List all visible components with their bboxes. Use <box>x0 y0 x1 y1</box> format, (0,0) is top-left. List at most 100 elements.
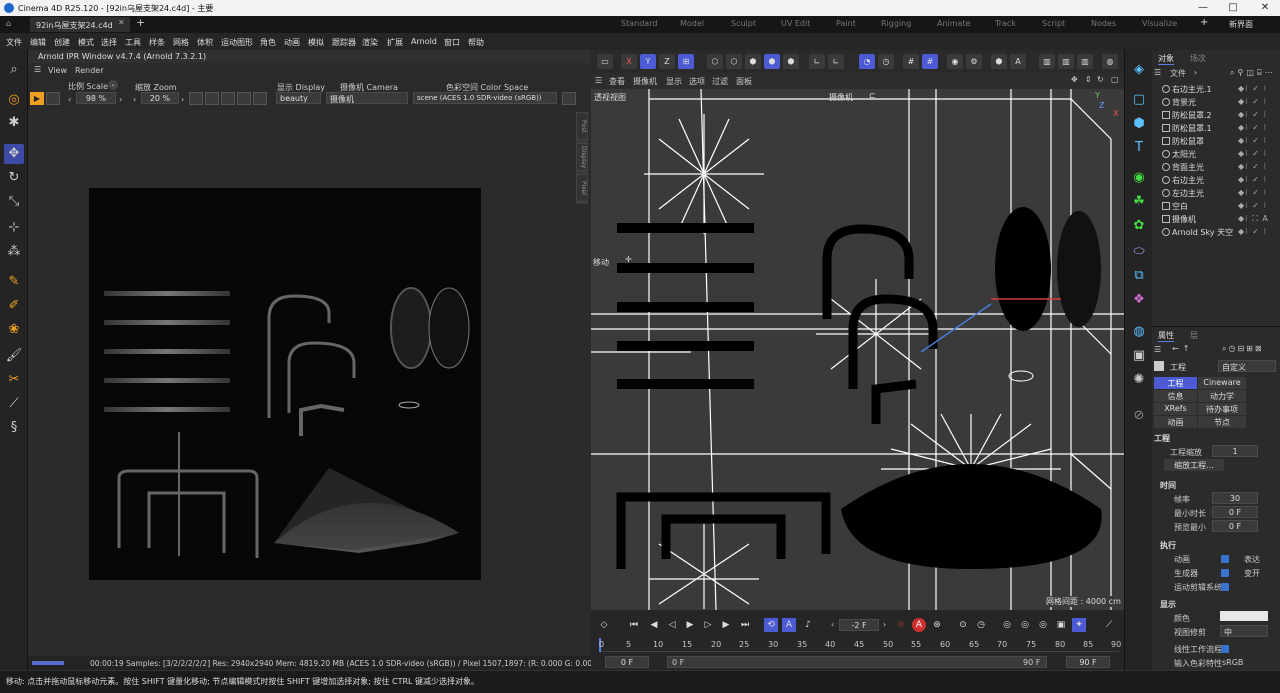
current-frame-field[interactable]: -2 F <box>839 619 879 631</box>
record-icon[interactable]: A <box>912 618 926 632</box>
attr-btn-dynamics[interactable]: 动力学 <box>1198 390 1246 402</box>
arnold-icon[interactable]: A <box>1010 54 1026 69</box>
layout-uv-edit[interactable]: UV Edit <box>781 19 810 28</box>
timeline-graph-icon[interactable]: ⟋ <box>1102 618 1116 632</box>
colorspace-select[interactable]: scene (ACES 1.0 SDR-video (sRGB)) <box>413 92 557 104</box>
lock-z-button[interactable]: Z <box>659 54 675 69</box>
ab-range-icon[interactable]: A <box>782 618 796 632</box>
snap-grid-icon[interactable]: # <box>903 54 919 69</box>
frame-inc-icon[interactable]: › <box>883 620 886 629</box>
search-icon[interactable]: ⌕ <box>4 60 24 80</box>
camera-tool-icon[interactable]: ▣ <box>1129 346 1149 366</box>
timeline-ruler[interactable]: 0 5 10 15 20 25 30 35 40 45 50 55 60 65 … <box>599 638 1121 652</box>
key-position-icon[interactable]: ◎ <box>1000 618 1014 632</box>
orbit-icon[interactable]: ↻ <box>1097 75 1104 84</box>
model-mode-icon[interactable]: ⬢ <box>764 54 780 69</box>
object-row[interactable]: 左边主光 ◆⁝ ✓ ⁝ <box>1152 187 1280 200</box>
ipr-grid-icon[interactable] <box>221 92 235 105</box>
min-time-field[interactable]: 0 F <box>1212 506 1258 518</box>
play-icon[interactable]: ▶ <box>683 618 697 632</box>
range-slider[interactable]: 0 F 90 F <box>667 656 1047 668</box>
attr-tool-icons[interactable]: ⌕◷⊟⊞⊠ <box>1222 344 1264 354</box>
texture-mode-icon[interactable]: ⬢ <box>783 54 799 69</box>
spline-smooth-icon[interactable]: ❀ <box>4 320 24 340</box>
object-row[interactable]: 防松鼠罩.1 ◆⁝ ✓ ⁝ <box>1152 122 1280 135</box>
scene-icon[interactable]: ⧉ <box>1129 266 1149 286</box>
linear-workflow-checkbox[interactable] <box>1221 645 1229 653</box>
ipr-menu-render[interactable]: Render <box>75 66 103 75</box>
vp-menu-panel[interactable]: 面板 <box>736 76 752 87</box>
maximize-icon[interactable]: □ <box>1218 1 1248 15</box>
menu-mograph[interactable]: 运动图形 <box>221 37 253 48</box>
axis-mode-icon[interactable]: ∟ <box>809 54 825 69</box>
text-icon[interactable]: T <box>1129 138 1149 158</box>
prev-key-icon[interactable]: ◀ <box>647 618 661 632</box>
vp-menu-options[interactable]: 选项 <box>689 76 705 87</box>
key-pla-icon[interactable]: ✦ <box>1072 618 1086 632</box>
object-row[interactable]: 空白 ◆⁝ ✓ ⁝ <box>1152 200 1280 213</box>
object-filter-icons[interactable]: ⌕⚲◫⌸⋯ <box>1230 68 1276 78</box>
ipr-stack-icon[interactable] <box>253 92 267 105</box>
layout-nodes[interactable]: Nodes <box>1091 19 1116 28</box>
axis-tool-icon[interactable]: ⊹ <box>4 218 24 238</box>
menu-create[interactable]: 创建 <box>54 37 70 48</box>
object-menu-file[interactable]: 文件 <box>1170 68 1186 79</box>
ipr-render-image[interactable] <box>89 188 481 580</box>
viewport-camera-icon[interactable]: ⊏ <box>869 91 876 100</box>
vp-menu-display[interactable]: 显示 <box>666 76 682 87</box>
object-hamburger-icon[interactable]: ☰ <box>1154 68 1161 77</box>
mograph-cloner-icon[interactable]: ☘ <box>1129 192 1149 212</box>
cube-icon[interactable]: ◈ <box>1129 60 1149 80</box>
scale-field[interactable]: 98 % <box>76 92 116 104</box>
edges-mode-icon[interactable]: ⬡ <box>726 54 742 69</box>
prev-frame-icon[interactable]: ◁ <box>665 618 679 632</box>
menu-tools[interactable]: 工具 <box>125 37 141 48</box>
sketch-icon[interactable]: ✐ <box>4 296 24 316</box>
tab-attributes[interactable]: 属性 <box>1158 330 1174 342</box>
menu-arnold[interactable]: Arnold <box>411 37 437 46</box>
object-flags[interactable]: ◆⁝ ⛶ A <box>1238 214 1269 224</box>
maximize-view-icon[interactable]: ▢ <box>1111 75 1119 84</box>
menu-tracker[interactable]: 跟踪器 <box>332 37 356 48</box>
snap-enable-icon[interactable]: # <box>922 54 938 69</box>
attr-btn-cineware[interactable]: Cineware <box>1198 377 1246 389</box>
key-param-icon[interactable]: ▣ <box>1054 618 1068 632</box>
vp-menu-filter[interactable]: 过滤 <box>712 76 728 87</box>
tab-pixel[interactable]: Pixel <box>576 174 588 202</box>
execute-mograph-checkbox[interactable] <box>1221 583 1229 591</box>
keyframe-selection-icon[interactable]: ⊙ <box>956 618 970 632</box>
next-key-icon[interactable]: ▶ <box>719 618 733 632</box>
object-flags[interactable]: ◆⁝ ✓ ⁝ <box>1238 201 1267 210</box>
object-flags[interactable]: ◆⁝ ✓ ⁝ <box>1238 188 1267 197</box>
material-icon[interactable]: ⬢ <box>991 54 1007 69</box>
goto-end-icon[interactable]: ⏭ <box>738 618 752 632</box>
workplane-icon[interactable]: ◷ <box>878 54 894 69</box>
render-view-icon[interactable]: ▥ <box>1039 54 1055 69</box>
loop-icon[interactable]: ⟲ <box>764 618 778 632</box>
scale-inc-icon[interactable]: › <box>119 95 122 104</box>
material-pen-icon[interactable]: ⊘ <box>1129 406 1149 426</box>
snapshot-camera-icon[interactable] <box>562 92 576 105</box>
object-flags[interactable]: ◆⁝ ✓ ⁝ <box>1238 123 1267 132</box>
add-layout-icon[interactable]: + <box>1200 17 1208 28</box>
tab-layers[interactable]: 层 <box>1190 330 1198 341</box>
camera-select[interactable]: 摄像机 <box>326 92 408 104</box>
scale-tool-icon[interactable]: ⤡ <box>4 192 24 212</box>
render-active-icon[interactable]: ▥ <box>1058 54 1074 69</box>
object-flags[interactable]: ◆⁝ ✓ ⁝ <box>1238 136 1267 145</box>
object-row[interactable]: Arnold Sky 天空 ◆⁝ ✓ ⁝ <box>1152 226 1280 239</box>
menu-animate[interactable]: 动画 <box>284 37 300 48</box>
object-row[interactable]: 右边主光.1 ◆⁝ ✓ ⁝ <box>1152 83 1280 96</box>
preview-min-field[interactable]: 0 F <box>1212 520 1258 532</box>
move-tool-icon[interactable]: ✥ <box>4 144 24 164</box>
coordinate-system-icon[interactable]: ⊞ <box>678 54 694 69</box>
layout-track[interactable]: Track <box>995 19 1016 28</box>
zoom-field[interactable]: 20 % <box>141 92 179 104</box>
knife-icon[interactable]: ✂ <box>4 370 24 390</box>
spline-square-icon[interactable]: ▢ <box>1129 90 1149 110</box>
vp-menu-camera[interactable]: 摄像机 <box>633 76 657 87</box>
polygons-mode-icon[interactable]: ⬢ <box>745 54 761 69</box>
zoom-dec-icon[interactable]: ‹ <box>133 95 136 104</box>
paint-brush-icon[interactable]: 🖌 <box>4 346 24 366</box>
scale-dropdown-icon[interactable]: ⌄ <box>108 80 118 90</box>
